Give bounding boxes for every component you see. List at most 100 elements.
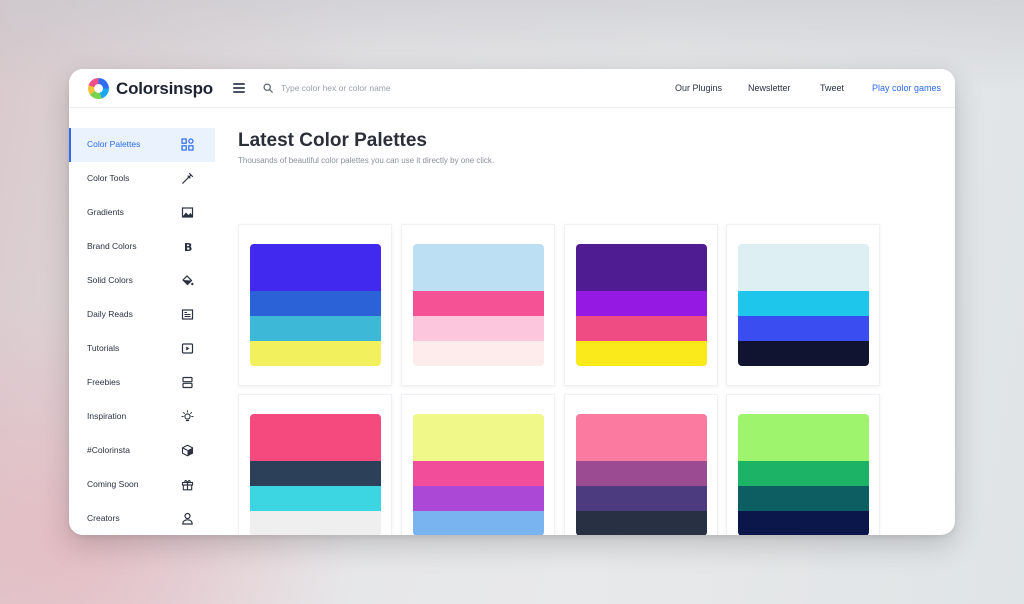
play-icon <box>181 343 194 354</box>
page-title: Latest Color Palettes <box>238 130 427 151</box>
palette-swatches <box>250 244 381 366</box>
page-subtitle: Thousands of beautiful color palettes yo… <box>238 156 495 165</box>
color-swatch[interactable] <box>413 486 544 511</box>
bold-b-icon: B <box>184 241 192 253</box>
brand-name[interactable]: Colorsinspo <box>116 79 213 99</box>
sidebar-item-label: #Colorinsta <box>87 445 130 455</box>
paint-bucket-icon <box>182 275 194 286</box>
palette-card[interactable] <box>401 224 555 386</box>
sidebar-item-label: Daily Reads <box>87 309 133 319</box>
color-swatch[interactable] <box>250 486 381 511</box>
palette-card[interactable] <box>238 394 392 535</box>
color-swatch[interactable] <box>250 341 381 366</box>
eyedropper-icon <box>182 172 194 184</box>
palette-card[interactable] <box>564 224 718 386</box>
sidebar-item-label: Inspiration <box>87 411 127 421</box>
sidebar-item-label: Solid Colors <box>87 275 133 285</box>
sidebar-item-coming-soon[interactable]: Coming Soon <box>69 468 215 502</box>
palette-card[interactable] <box>401 394 555 535</box>
sidebar-item-creators[interactable]: Creators <box>69 502 215 535</box>
cube-icon <box>181 444 194 457</box>
sidebar: Color Palettes Color Tools Gradients Bra… <box>69 109 215 535</box>
color-swatch[interactable] <box>250 244 381 291</box>
color-swatch[interactable] <box>413 291 544 316</box>
menu-icon[interactable] <box>233 83 245 93</box>
sidebar-item-label: Tutorials <box>87 343 120 353</box>
color-swatch[interactable] <box>738 461 869 486</box>
grid-icon <box>181 138 194 151</box>
sidebar-item-brand-colors[interactable]: Brand Colors B <box>69 230 215 264</box>
color-swatch[interactable] <box>576 511 707 535</box>
color-swatch[interactable] <box>738 486 869 511</box>
sidebar-item-label: Color Palettes <box>87 139 141 149</box>
palette-swatches <box>576 244 707 366</box>
user-icon <box>182 512 193 525</box>
palette-swatches <box>250 414 381 535</box>
sidebar-item-label: Color Tools <box>87 173 130 183</box>
color-swatch[interactable] <box>413 511 544 535</box>
nav-our-plugins[interactable]: Our Plugins <box>675 83 722 93</box>
palette-swatches <box>738 244 869 366</box>
color-swatch[interactable] <box>250 461 381 486</box>
colorsinspo-logo-icon[interactable] <box>88 78 109 99</box>
color-swatch[interactable] <box>576 316 707 341</box>
sidebar-item-tutorials[interactable]: Tutorials <box>69 332 215 366</box>
color-swatch[interactable] <box>738 316 869 341</box>
sidebar-item-label: Brand Colors <box>87 241 137 251</box>
color-swatch[interactable] <box>576 486 707 511</box>
sidebar-item-color-palettes[interactable]: Color Palettes <box>69 128 215 162</box>
palette-swatches <box>413 414 544 535</box>
sidebar-item-label: Coming Soon <box>87 479 139 489</box>
sidebar-item-inspiration[interactable]: Inspiration <box>69 400 215 434</box>
nav-tweet[interactable]: Tweet <box>820 83 844 93</box>
nav-play-color-games[interactable]: Play color games <box>872 83 941 93</box>
sidebar-item-label: Gradients <box>87 207 124 217</box>
color-swatch[interactable] <box>413 461 544 486</box>
color-swatch[interactable] <box>738 291 869 316</box>
palette-card[interactable] <box>238 224 392 386</box>
color-swatch[interactable] <box>738 244 869 291</box>
palette-swatches <box>738 414 869 535</box>
color-swatch[interactable] <box>250 414 381 461</box>
sidebar-item-freebies[interactable]: Freebies <box>69 366 215 400</box>
stack-icon <box>182 376 193 389</box>
sidebar-item-solid-colors[interactable]: Solid Colors <box>69 264 215 298</box>
browser-window: Colorsinspo Our Plugins Newsletter Tweet… <box>69 69 955 535</box>
color-swatch[interactable] <box>413 316 544 341</box>
color-swatch[interactable] <box>413 414 544 461</box>
sidebar-item-color-tools[interactable]: Color Tools <box>69 162 215 196</box>
palette-swatches <box>576 414 707 535</box>
color-swatch[interactable] <box>576 244 707 291</box>
palette-card[interactable] <box>726 224 880 386</box>
nav-newsletter[interactable]: Newsletter <box>748 83 791 93</box>
newspaper-icon <box>181 309 194 320</box>
sidebar-item-colorinsta[interactable]: #Colorinsta <box>69 434 215 468</box>
color-swatch[interactable] <box>413 341 544 366</box>
main-content: Latest Color Palettes Thousands of beaut… <box>215 109 955 535</box>
color-swatch[interactable] <box>738 414 869 461</box>
search-icon <box>263 83 273 93</box>
sidebar-item-gradients[interactable]: Gradients <box>69 196 215 230</box>
color-swatch[interactable] <box>250 291 381 316</box>
bulb-icon <box>181 410 194 422</box>
color-swatch[interactable] <box>250 316 381 341</box>
color-swatch[interactable] <box>250 511 381 535</box>
sidebar-item-label: Creators <box>87 513 120 523</box>
palette-card[interactable] <box>726 394 880 535</box>
palette-swatches <box>413 244 544 366</box>
palette-card[interactable] <box>564 394 718 535</box>
search-input[interactable] <box>281 79 481 97</box>
color-swatch[interactable] <box>413 244 544 291</box>
color-swatch[interactable] <box>576 291 707 316</box>
image-icon <box>181 207 194 218</box>
color-swatch[interactable] <box>576 414 707 461</box>
gift-icon <box>181 480 194 491</box>
top-navbar: Colorsinspo Our Plugins Newsletter Tweet… <box>69 69 955 108</box>
color-swatch[interactable] <box>738 511 869 535</box>
sidebar-item-daily-reads[interactable]: Daily Reads <box>69 298 215 332</box>
sidebar-item-label: Freebies <box>87 377 121 387</box>
color-swatch[interactable] <box>576 461 707 486</box>
color-swatch[interactable] <box>576 341 707 366</box>
color-swatch[interactable] <box>738 341 869 366</box>
svg-text:B: B <box>184 241 192 253</box>
